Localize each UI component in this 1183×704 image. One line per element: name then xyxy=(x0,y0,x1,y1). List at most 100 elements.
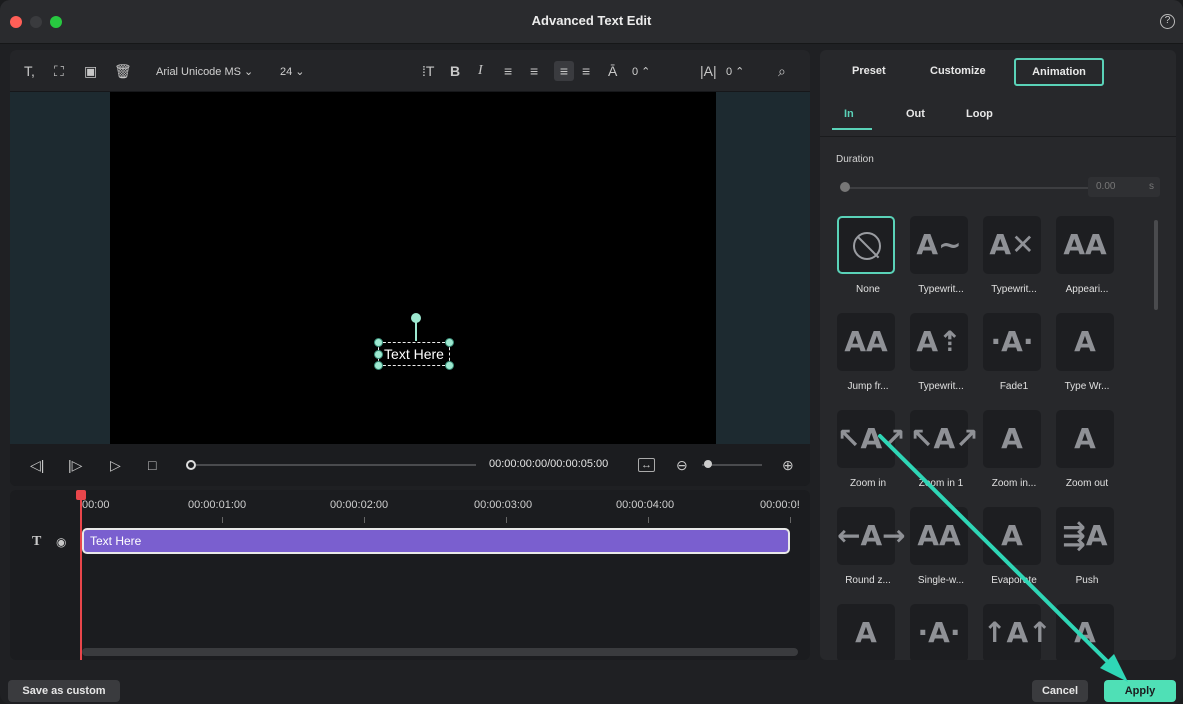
text-style-icon[interactable]: ⁞T xyxy=(422,61,434,81)
add-image-icon[interactable]: ▣ xyxy=(84,61,97,81)
resize-handle-bl[interactable] xyxy=(374,361,383,370)
align-left-icon[interactable]: ≡ xyxy=(504,61,512,81)
animation-label: Zoom in... xyxy=(991,478,1037,489)
animation-preview-icon: ←A→ xyxy=(837,519,906,552)
justify-icon[interactable]: ≡ xyxy=(582,61,590,81)
animation-label: Zoom out xyxy=(1065,478,1109,489)
play-icon[interactable]: ▷ xyxy=(110,455,121,475)
zoom-in-icon[interactable]: ⊕ xyxy=(782,455,794,475)
text-clip[interactable]: Text Here xyxy=(82,528,790,554)
text-box[interactable]: Text Here xyxy=(374,313,454,370)
playhead[interactable] xyxy=(80,490,82,660)
animation-label: Push xyxy=(1075,575,1099,586)
eye-icon[interactable]: ◉ xyxy=(56,532,66,552)
panel-scrollbar[interactable] xyxy=(1154,220,1158,310)
animation-thumbnail[interactable]: A xyxy=(1056,313,1114,371)
duration-input[interactable]: 0.00 s xyxy=(1088,177,1160,197)
playback-controls: ◁| |▷ ▷ □ 00:00:00:00/00:00:05:00 ↔ ⊖ ⊕ xyxy=(10,444,810,486)
delete-icon[interactable]: 🗑 xyxy=(114,61,132,81)
letter-spacing-stepper[interactable]: 0 ⌃ xyxy=(726,62,744,82)
align-right-icon[interactable]: ≡ xyxy=(554,61,574,81)
resize-handle-tr[interactable] xyxy=(445,338,454,347)
animation-preview-icon: A xyxy=(1074,616,1096,649)
help-icon[interactable]: ? xyxy=(1160,14,1175,29)
animation-thumbnail[interactable]: AA xyxy=(910,507,968,565)
add-shape-icon[interactable]: ⛶ xyxy=(54,61,64,81)
canvas-text[interactable]: Text Here xyxy=(379,343,449,365)
none-icon xyxy=(853,232,881,260)
resize-handle-br[interactable] xyxy=(445,361,454,370)
advanced-text-edit-window: Advanced Text Edit ? T, ⛶ ▣ 🗑 Arial Unic… xyxy=(0,0,1183,704)
animation-label: Typewrit... xyxy=(991,284,1037,295)
animation-thumbnail[interactable]: ↖A↗ xyxy=(837,410,906,468)
duration-thumb[interactable] xyxy=(840,182,850,192)
zoom-thumb[interactable] xyxy=(704,460,712,468)
text-track-icon: T xyxy=(32,534,42,549)
animation-label: Round z... xyxy=(845,575,891,586)
cancel-button[interactable]: Cancel xyxy=(1032,680,1088,702)
tab-preset[interactable]: Preset xyxy=(852,65,886,77)
subtab-in[interactable]: In xyxy=(844,108,854,120)
animation-thumbnail[interactable]: ↖A↗ xyxy=(910,410,979,468)
tab-customize[interactable]: Customize xyxy=(930,65,986,77)
animation-label: Single-w... xyxy=(917,575,965,586)
progress-thumb[interactable] xyxy=(186,460,196,470)
animation-thumbnail[interactable]: ·A· xyxy=(910,604,968,660)
bold-button[interactable]: B xyxy=(450,61,460,81)
animation-thumbnail[interactable]: A xyxy=(983,410,1041,468)
tab-animation[interactable]: Animation xyxy=(1014,58,1104,86)
line-spacing-stepper[interactable]: 0 ⌃ xyxy=(632,62,650,82)
duration-label: Duration xyxy=(836,154,874,165)
animation-panel: Preset Customize Animation In Out Loop D… xyxy=(820,50,1176,660)
animation-label: None xyxy=(856,284,880,295)
animation-thumbnail[interactable]: ⇶A xyxy=(1056,507,1114,565)
font-family-dropdown[interactable]: Arial Unicode MS ⌄ xyxy=(156,62,253,82)
timecode: 00:00:00:00/00:00:05:00 xyxy=(489,458,609,470)
search-text-icon[interactable]: ⌕ xyxy=(778,61,786,81)
fit-screen-icon[interactable]: ↔ xyxy=(638,458,655,472)
animation-thumbnail[interactable]: AA xyxy=(1056,216,1114,274)
save-as-custom-button[interactable]: Save as custom xyxy=(8,680,120,702)
animation-thumbnail[interactable] xyxy=(837,216,895,274)
timeline-ruler[interactable]: 00:00 00:00:01:00 00:00:02:00 00:00:03:0… xyxy=(80,490,810,524)
animation-thumbnail[interactable]: ·A· xyxy=(983,313,1041,371)
animation-preview-icon: A xyxy=(1074,422,1096,455)
italic-button[interactable]: I xyxy=(478,61,483,81)
subtab-loop[interactable]: Loop xyxy=(966,108,993,120)
zoom-out-icon[interactable]: ⊖ xyxy=(676,455,688,475)
preview-canvas[interactable]: Text Here xyxy=(110,92,716,444)
stop-icon[interactable]: □ xyxy=(148,455,156,475)
letter-spacing-icon[interactable]: |A| xyxy=(700,61,717,81)
add-text-icon[interactable]: T, xyxy=(24,61,35,81)
rotate-handle[interactable] xyxy=(411,313,421,323)
animation-thumbnail[interactable]: A xyxy=(1056,604,1114,660)
line-spacing-icon[interactable]: Ā xyxy=(608,61,617,81)
subtab-out[interactable]: Out xyxy=(906,108,925,120)
animation-thumbnail[interactable]: AA xyxy=(837,313,895,371)
tick xyxy=(506,517,507,523)
apply-button[interactable]: Apply xyxy=(1104,680,1176,702)
animation-thumbnail[interactable]: A xyxy=(1056,410,1114,468)
font-size-dropdown[interactable]: 24 ⌄ xyxy=(280,62,305,82)
next-frame-icon[interactable]: |▷ xyxy=(68,455,82,475)
animation-thumbnail[interactable]: ↑A↑ xyxy=(983,604,1052,660)
tick-label: 00:00:01:00 xyxy=(188,499,247,511)
playhead-handle[interactable] xyxy=(76,490,86,500)
prev-frame-icon[interactable]: ◁| xyxy=(30,455,44,475)
animation-preview-icon: AA xyxy=(1063,228,1107,261)
progress-track[interactable] xyxy=(196,464,476,466)
duration-slider[interactable] xyxy=(844,187,1094,189)
align-center-icon[interactable]: ≡ xyxy=(530,61,538,81)
animation-thumbnail[interactable]: A⇡ xyxy=(910,313,968,371)
animation-thumbnail[interactable]: A~ xyxy=(910,216,968,274)
animation-thumbnail[interactable]: A✕ xyxy=(983,216,1041,274)
animation-thumbnail[interactable]: ←A→ xyxy=(837,507,906,565)
timeline-scrollbar[interactable] xyxy=(82,648,798,656)
resize-handle-ml[interactable] xyxy=(374,350,383,359)
animation-preview-icon: ⇶A xyxy=(1062,519,1108,552)
window-title: Advanced Text Edit xyxy=(531,13,652,28)
resize-handle-tl[interactable] xyxy=(374,338,383,347)
animation-thumbnail[interactable]: A xyxy=(837,604,895,660)
animation-thumbnail[interactable]: A xyxy=(983,507,1041,565)
animation-label: Fade1 xyxy=(999,381,1029,392)
